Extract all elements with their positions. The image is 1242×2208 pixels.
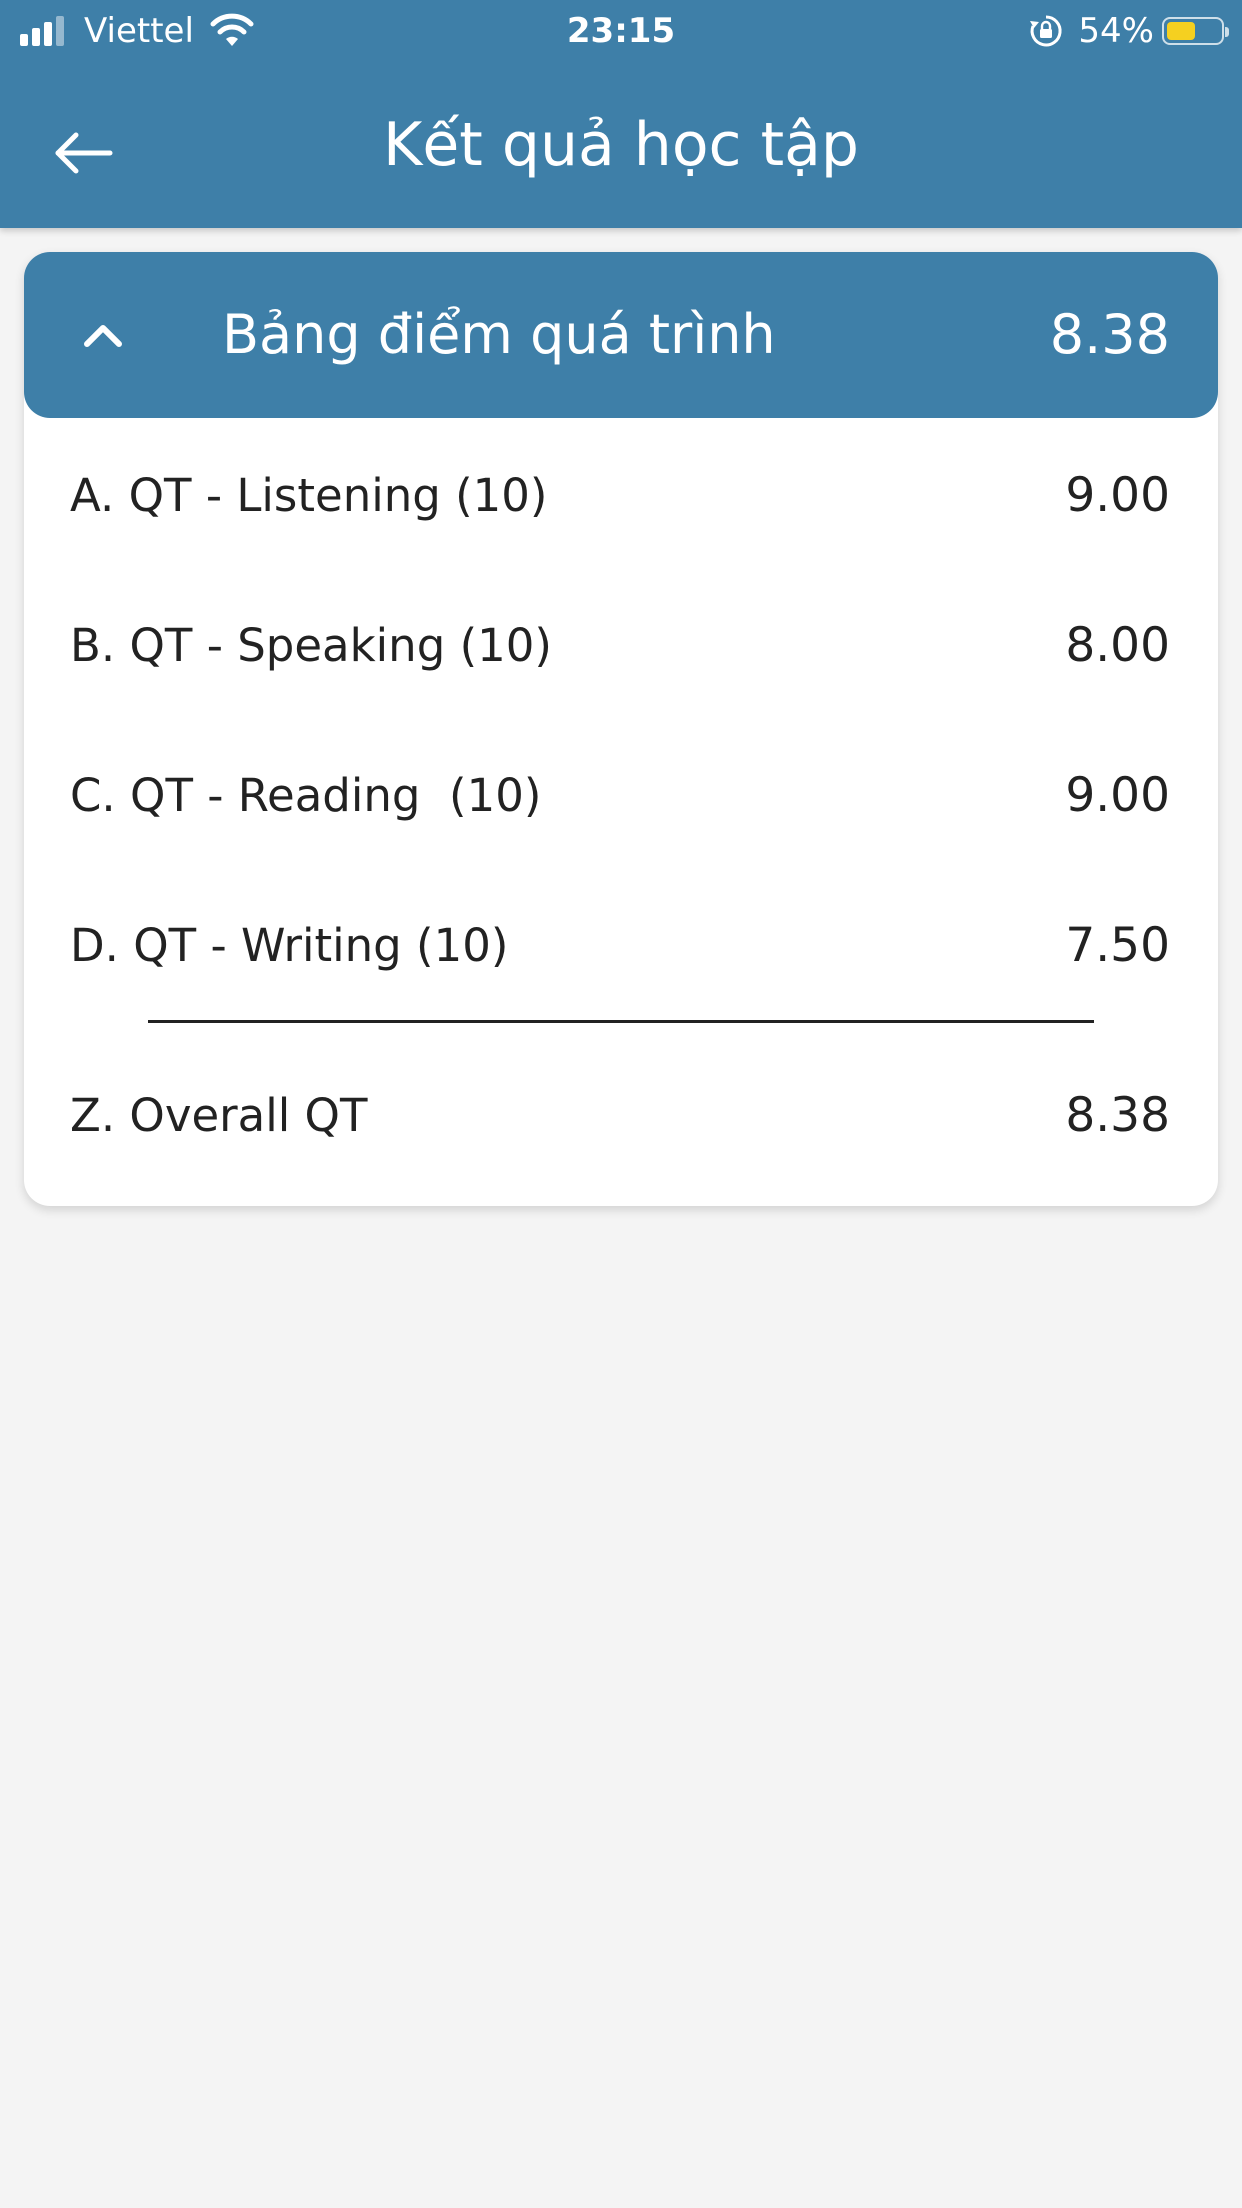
status-right: 54% [1028, 10, 1229, 52]
score-row-value: 9.00 [1065, 768, 1170, 823]
score-row-label: A. QT - Listening (10) [70, 469, 548, 522]
rotation-lock-icon [1030, 15, 1062, 47]
overall-row: Z. Overall QT 8.38 [70, 1076, 1170, 1156]
battery-percent: 54% [1078, 11, 1154, 51]
score-row-label: C. QT - Reading (10) [70, 769, 542, 822]
chevron-up-icon[interactable] [72, 304, 134, 366]
overall-value: 8.38 [1065, 1088, 1170, 1143]
status-bar: Viettel 23:15 54% [0, 0, 1242, 62]
score-row: C. QT - Reading (10) 9.00 [70, 756, 1170, 836]
app-header: Viettel 23:15 54% Kết quả học tập [0, 0, 1242, 228]
page-title: Kết quả học tập [383, 110, 859, 180]
score-card-title: Bảng điểm quá trình [222, 303, 776, 366]
score-row-label: D. QT - Writing (10) [70, 919, 509, 972]
score-card-total: 8.38 [1049, 303, 1170, 366]
score-row-value: 8.00 [1065, 618, 1170, 673]
score-row-label: B. QT - Speaking (10) [70, 619, 552, 672]
nav-bar: Kết quả học tập [0, 80, 1242, 210]
score-row-value: 9.00 [1065, 468, 1170, 523]
score-row: B. QT - Speaking (10) 8.00 [70, 606, 1170, 686]
total-divider [148, 1020, 1094, 1023]
score-row-value: 7.50 [1065, 918, 1170, 973]
battery-level [1167, 22, 1196, 40]
battery-icon [1162, 17, 1229, 45]
overall-label: Z. Overall QT [70, 1089, 368, 1142]
score-card: Bảng điểm quá trình 8.38 A. QT - Listeni… [24, 252, 1218, 1206]
score-card-header[interactable]: Bảng điểm quá trình 8.38 [24, 252, 1218, 418]
score-row: A. QT - Listening (10) 9.00 [70, 456, 1170, 536]
score-row: D. QT - Writing (10) 7.50 [70, 906, 1170, 986]
